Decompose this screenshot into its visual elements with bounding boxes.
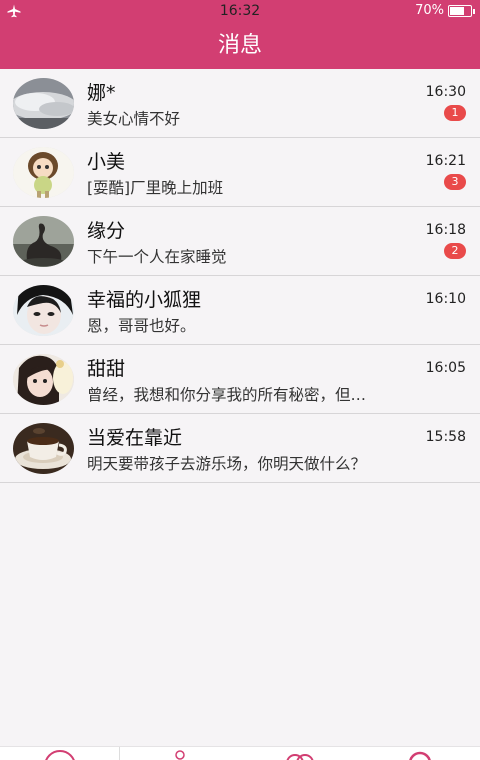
contacts-icon[interactable] bbox=[163, 749, 197, 760]
avatar bbox=[13, 423, 74, 474]
unread-badge: 1 bbox=[444, 105, 466, 121]
message-time: 16:18 bbox=[425, 222, 466, 238]
message-time: 16:21 bbox=[425, 153, 466, 169]
conversation-row[interactable]: 甜甜 曾经，我想和你分享我的所有秘密，但… 16:05 bbox=[0, 345, 480, 414]
chat-icon[interactable] bbox=[43, 749, 77, 760]
contact-name: 甜甜 bbox=[87, 358, 126, 380]
nav-divider bbox=[119, 747, 120, 760]
page-title: 消息 bbox=[0, 22, 480, 69]
profile-icon[interactable] bbox=[403, 749, 437, 760]
contact-name: 缘分 bbox=[87, 220, 126, 242]
conversation-list: 娜* 美女心情不好 16:30 1 小美 [耍酷]厂里晚上加班 16:21 3 … bbox=[0, 69, 480, 483]
app-screen: 16:32 70% 消息 娜* 美女心情不好 16:30 1 小美 [耍酷]厂里… bbox=[0, 0, 480, 760]
conversation-row[interactable]: 当爱在靠近 明天要带孩子去游乐场，你明天做什么？ 15:58 bbox=[0, 414, 480, 483]
conversation-row[interactable]: 幸福的小狐狸 恩，哥哥也好。 16:10 bbox=[0, 276, 480, 345]
avatar bbox=[13, 354, 74, 405]
contact-name: 当爱在靠近 bbox=[87, 427, 183, 449]
battery-percent: 70% bbox=[415, 3, 444, 18]
avatar-image bbox=[13, 423, 74, 474]
avatar bbox=[13, 216, 74, 267]
avatar-image bbox=[13, 147, 74, 198]
contact-name: 娜* bbox=[87, 82, 116, 104]
avatar bbox=[13, 78, 74, 129]
avatar-image bbox=[13, 216, 74, 267]
message-preview: 下午一个人在家睡觉 bbox=[87, 248, 227, 266]
avatar bbox=[13, 285, 74, 336]
status-time: 16:32 bbox=[219, 3, 261, 19]
message-preview: 恩，哥哥也好。 bbox=[87, 317, 196, 335]
unread-badge: 3 bbox=[444, 174, 466, 190]
unread-badge: 2 bbox=[444, 243, 466, 259]
message-time: 16:10 bbox=[425, 291, 466, 307]
conversation-row[interactable]: 缘分 下午一个人在家睡觉 16:18 2 bbox=[0, 207, 480, 276]
conversation-row[interactable]: 小美 [耍酷]厂里晚上加班 16:21 3 bbox=[0, 138, 480, 207]
message-time: 15:58 bbox=[425, 429, 466, 445]
avatar-image bbox=[13, 354, 74, 405]
conversation-row[interactable]: 娜* 美女心情不好 16:30 1 bbox=[0, 69, 480, 138]
avatar-image bbox=[13, 78, 74, 129]
message-preview: [耍酷]厂里晚上加班 bbox=[87, 179, 224, 197]
status-bar: 16:32 70% bbox=[0, 0, 480, 22]
message-preview: 美女心情不好 bbox=[87, 110, 181, 128]
contact-name: 幸福的小狐狸 bbox=[87, 289, 202, 311]
avatar-image bbox=[13, 285, 74, 336]
message-preview: 曾经，我想和你分享我的所有秘密，但… bbox=[87, 386, 367, 404]
contact-name: 小美 bbox=[87, 151, 126, 173]
bottom-nav bbox=[0, 746, 480, 760]
message-preview: 明天要带孩子去游乐场，你明天做什么？ bbox=[87, 455, 367, 473]
moments-icon[interactable] bbox=[283, 749, 317, 760]
message-time: 16:30 bbox=[425, 84, 466, 100]
avatar bbox=[13, 147, 74, 198]
battery-icon bbox=[448, 5, 475, 17]
message-time: 16:05 bbox=[425, 360, 466, 376]
